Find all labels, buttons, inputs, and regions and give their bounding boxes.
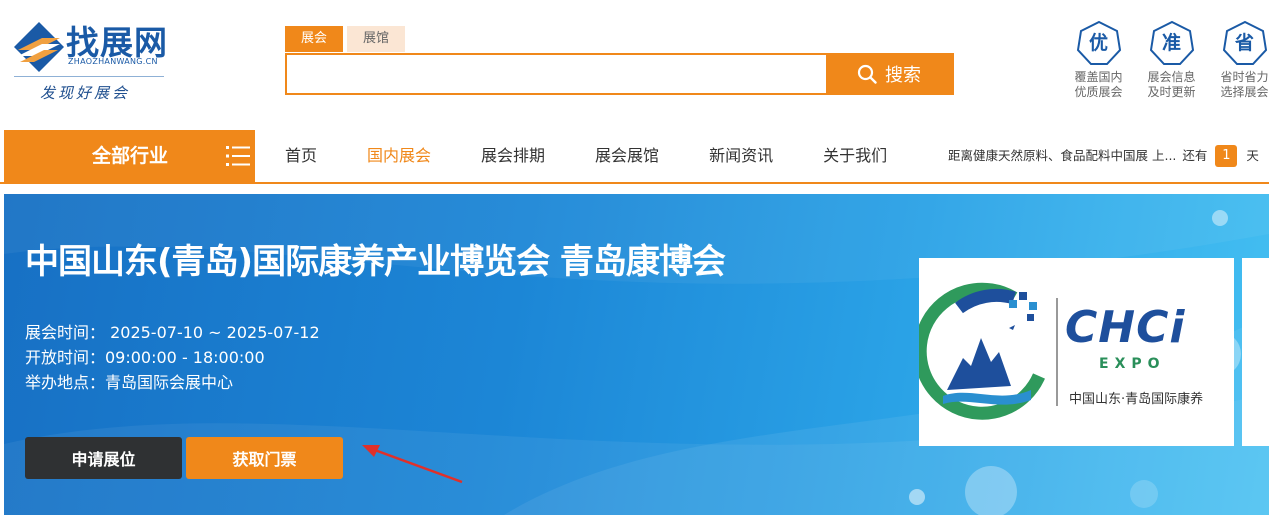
menu-icon (226, 146, 250, 166)
chci-logo-icon (919, 282, 1058, 420)
expo-poster: CHCi EXPO 中国山东·青岛国际康养 (919, 258, 1234, 446)
countdown-expo-name: 距离健康天然原料、食品配料中国展 上... (948, 148, 1177, 163)
search-tabs: 展会 展馆 (285, 26, 409, 52)
feature-text: 展会信息 及时更新 (1135, 70, 1208, 100)
search-button[interactable]: 搜索 (826, 55, 952, 93)
countdown-remaining-label: 还有 (1182, 148, 1208, 163)
search-icon (857, 64, 877, 84)
annotation-arrow-icon (362, 445, 463, 484)
next-poster-edge (1242, 258, 1269, 446)
expo-venue: 举办地点：青岛国际会展中心 (25, 373, 234, 392)
main-nav: 全部行业 首页 国内展会 展会排期 展会展馆 新闻资讯 关于我们 距离健康天然原… (0, 130, 1269, 184)
search-tab-expo[interactable]: 展会 (285, 26, 344, 52)
feature-text: 省时省力 选择展会 (1208, 70, 1269, 100)
nav-item-about[interactable]: 关于我们 (823, 130, 887, 182)
nav-item-news[interactable]: 新闻资讯 (709, 130, 773, 182)
feature-line: 优质展会 (1074, 85, 1123, 99)
feature-line: 及时更新 (1147, 85, 1196, 99)
poster-caption: 中国山东·青岛国际康养 (1069, 392, 1204, 407)
feature-line: 覆盖国内 (1074, 70, 1123, 84)
feature-saving: 省 省时省力 选择展会 (1208, 20, 1269, 100)
search-tab-venue[interactable]: 展馆 (347, 26, 406, 52)
feature-line: 展会信息 (1147, 70, 1196, 84)
all-industries-label: 全部行业 (92, 145, 169, 167)
search-button-label: 搜索 (885, 65, 921, 85)
badge-zhun-text: 准 (1161, 32, 1181, 54)
nav-item-home[interactable]: 首页 (285, 130, 317, 182)
search-input[interactable] (287, 55, 826, 93)
nav-item-schedule[interactable]: 展会排期 (481, 130, 545, 182)
nav-items: 首页 国内展会 展会排期 展会展馆 新闻资讯 关于我们 (285, 130, 937, 182)
feature-line: 省时省力 (1220, 70, 1269, 84)
expo-title: 中国山东(青岛)国际康养产业博览会 青岛康博会 (25, 242, 726, 282)
expo-date: 展会时间： 2025-07-10 ~ 2025-07-12 (25, 323, 320, 342)
poster-brand: CHCi (1065, 302, 1186, 353)
all-industries-button[interactable]: 全部行业 (4, 130, 255, 182)
expo-countdown[interactable]: 距离健康天然原料、食品配料中国展 上... 还有 1 天 (948, 130, 1259, 182)
nav-item-domestic-expos[interactable]: 国内展会 (367, 130, 431, 182)
feature-line: 选择展会 (1220, 85, 1269, 99)
expo-hours: 开放时间：09:00:00 - 18:00:00 (25, 348, 265, 367)
nav-item-venues[interactable]: 展会展馆 (595, 130, 659, 182)
badge-zhun-icon: 准 (1149, 20, 1195, 66)
expo-banner: 中国山东(青岛)国际康养产业博览会 青岛康博会 展会时间： 2025-07-10… (4, 194, 1269, 515)
logo-slogan: 发现好展会 (40, 84, 131, 102)
poster-sub-brand: EXPO (1099, 356, 1166, 372)
badge-sheng-icon: 省 (1222, 20, 1268, 66)
feature-accuracy: 准 展会信息 及时更新 (1135, 20, 1208, 100)
logo-domain: ZHAOZHANWANG.CN (68, 57, 158, 66)
countdown-days-unit: 天 (1246, 148, 1259, 163)
expo-info: 展会时间： 2025-07-10 ~ 2025-07-12 开放时间：09:00… (25, 320, 320, 395)
badge-you-icon: 优 (1076, 20, 1122, 66)
feature-text: 覆盖国内 优质展会 (1062, 70, 1135, 100)
site-logo[interactable]: 找展网 ZHAOZHANWANG.CN 发现好展会 (12, 14, 172, 106)
search-box: 搜索 (285, 53, 954, 95)
badge-sheng-text: 省 (1234, 32, 1254, 54)
get-ticket-button[interactable]: 获取门票 (186, 437, 343, 479)
feature-badges: 优 覆盖国内 优质展会 准 展会信息 及时更新 省 省时省力 选择展会 (1062, 20, 1269, 100)
apply-booth-button[interactable]: 申请展位 (25, 437, 182, 479)
logo-mark-icon (14, 22, 64, 72)
badge-you-text: 优 (1088, 32, 1108, 54)
logo-divider (14, 76, 164, 77)
countdown-days-badge: 1 (1215, 145, 1238, 167)
feature-coverage: 优 覆盖国内 优质展会 (1062, 20, 1135, 100)
